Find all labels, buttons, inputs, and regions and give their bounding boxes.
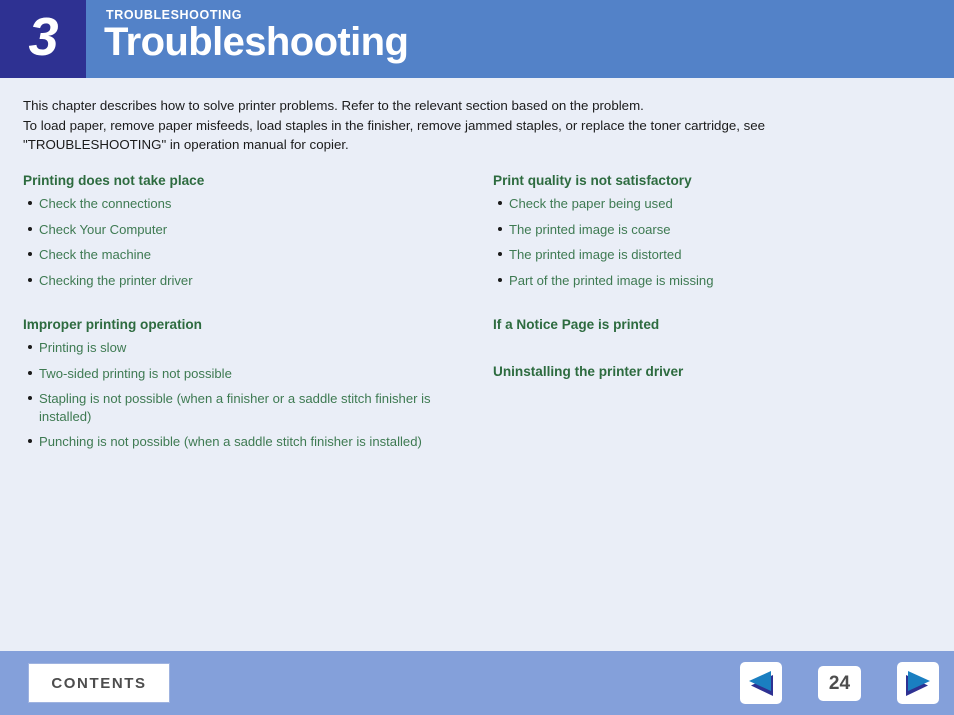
bullet-icon [498, 277, 502, 282]
list-item[interactable]: The printed image is coarse [493, 221, 933, 239]
list-item[interactable]: Check the connections [23, 195, 483, 213]
section-heading: Improper printing operation [23, 317, 202, 332]
bullet-icon [28, 370, 32, 375]
list-item[interactable]: Stapling is not possible (when a finishe… [23, 390, 479, 425]
bullet-icon [28, 201, 32, 205]
list-item-label: Checking the printer driver [39, 272, 193, 288]
chapter-header: 3 TROUBLESHOOTING Troubleshooting [0, 0, 954, 78]
next-page-button[interactable] [897, 662, 939, 704]
list-item[interactable]: Printing is slow [23, 339, 483, 357]
section-heading: Print quality is not satisfactory [493, 173, 692, 188]
list-item[interactable]: Check Your Computer [23, 221, 483, 239]
toc-section-print-quality: Print quality is not satisfactory Check … [493, 172, 933, 289]
bullet-icon [28, 277, 32, 282]
toc-section-notice-page: If a Notice Page is printed [493, 316, 933, 333]
bullet-icon [498, 201, 502, 205]
section-heading[interactable]: Uninstalling the printer driver [493, 363, 933, 380]
toc-list: Check the connections Check Your Compute… [23, 195, 483, 289]
section-heading[interactable]: If a Notice Page is printed [493, 316, 933, 333]
toc-section-printing-does-not-take-place: Printing does not take place Check the c… [23, 172, 483, 289]
chapter-number: 3 [28, 7, 58, 67]
toc-list: Check the paper being used The printed i… [493, 195, 933, 289]
list-item-label: Check the connections [39, 196, 172, 211]
previous-page-button[interactable] [740, 662, 782, 704]
chapter-number-box: 3 [0, 0, 86, 78]
list-item-label: Printing is slow [39, 340, 127, 355]
list-item-label: The printed image is distorted [509, 247, 682, 262]
list-item[interactable]: Punching is not possible (when a saddle … [23, 433, 483, 451]
list-item-label: The printed image is coarse [509, 221, 671, 237]
toc-column-left: Printing does not take place Check the c… [23, 172, 483, 476]
toc-section-improper-printing-operation: Improper printing operation Printing is … [23, 316, 483, 451]
bullet-icon [28, 226, 32, 231]
contents-button-label: CONTENTS [51, 674, 147, 692]
bullet-icon [28, 439, 32, 443]
triangle-left-icon [749, 671, 773, 696]
list-item-label: Stapling is not possible (when a finishe… [39, 391, 431, 424]
bullet-icon [28, 252, 32, 256]
footer-bar: CONTENTS [0, 651, 954, 715]
list-item-label: Check the paper being used [509, 196, 673, 211]
bullet-icon [498, 252, 502, 256]
list-item[interactable]: Check the machine [23, 246, 483, 264]
list-item[interactable]: The printed image is distorted [493, 246, 933, 264]
list-item-label: Check the machine [39, 247, 152, 262]
list-item-label: Part of the printed image is missing [509, 272, 714, 288]
toc-column-right: Print quality is not satisfactory Check … [493, 172, 933, 410]
toc-section-uninstalling-driver: Uninstalling the printer driver [493, 363, 933, 380]
bullet-icon [498, 226, 502, 231]
bullet-icon [28, 345, 32, 349]
list-item-label: Check Your Computer [39, 221, 168, 237]
contents-button[interactable]: CONTENTS [28, 663, 170, 703]
intro-line-2: To load paper, remove paper misfeeds, lo… [23, 117, 766, 133]
page-number-label: 24 [828, 672, 851, 694]
triangle-right-icon [906, 671, 930, 696]
list-item[interactable]: Check the paper being used [493, 195, 933, 213]
toc-list: Printing is slow Two-sided printing is n… [23, 339, 483, 451]
list-item[interactable]: Checking the printer driver [23, 272, 483, 290]
section-heading: Printing does not take place [23, 173, 205, 188]
list-item[interactable]: Part of the printed image is missing [493, 272, 933, 290]
intro-line-1: This chapter describes how to solve prin… [23, 98, 644, 113]
page-title: Troubleshooting [104, 20, 409, 64]
intro-line-3: "TROUBLESHOOTING" in operation manual fo… [23, 137, 349, 152]
intro-paragraph: This chapter describes how to solve prin… [23, 96, 923, 155]
list-item-label: Two-sided printing is not possible [39, 365, 232, 381]
bullet-icon [28, 396, 32, 400]
page-number-indicator[interactable]: 24 [818, 666, 861, 701]
list-item-label: Punching is not possible (when a saddle … [39, 434, 422, 449]
list-item[interactable]: Two-sided printing is not possible [23, 365, 483, 383]
